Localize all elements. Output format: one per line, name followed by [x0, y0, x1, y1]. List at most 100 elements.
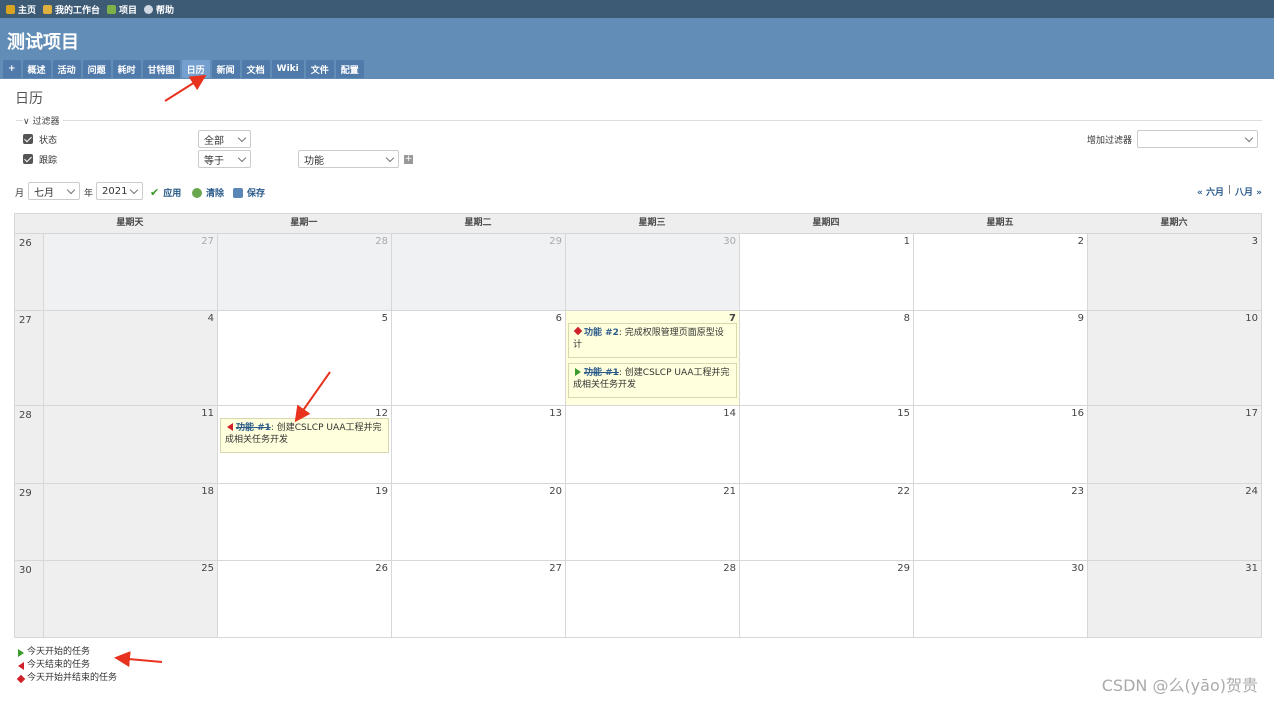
legend-ends-today-label: 今天结束的任务 [27, 660, 91, 670]
calendar-day[interactable]: 27 [390, 561, 565, 637]
status-filter-select[interactable]: 全部 [198, 130, 251, 148]
calendar-day[interactable]: 13 [390, 406, 565, 483]
tracker-operator-select[interactable]: 等于 [198, 150, 251, 168]
calendar-day[interactable]: 2 [913, 234, 1088, 310]
add-filter-select[interactable] [1137, 130, 1258, 148]
top-menu-my-page[interactable]: 我的工作台 [43, 3, 100, 16]
calendar-day[interactable]: 16 [913, 406, 1088, 483]
calendar-day[interactable]: 14 [564, 406, 739, 483]
calendar-day[interactable]: 27 [42, 234, 217, 310]
calendar-day[interactable]: 6 [390, 311, 565, 405]
calendar-day[interactable]: 29 [738, 561, 913, 637]
calendar-day[interactable]: 28 [564, 561, 739, 637]
tracker-value-select[interactable]: 功能 [298, 150, 399, 168]
calendar-day[interactable]: 17 [1087, 406, 1262, 483]
filters-divider [16, 120, 1262, 121]
annotation-arrow [114, 651, 163, 668]
tab-news[interactable]: 新闻 [211, 60, 240, 78]
status-filter-checkbox[interactable] [23, 134, 33, 144]
day-number: 28 [375, 236, 388, 247]
legend-starts-today-label: 今天开始的任务 [27, 647, 91, 657]
calendar-issue[interactable]: 功能 #1: 创建CSLCP UAA工程并完成相关任务开发 [219, 418, 389, 453]
expand-multi-select-icon[interactable]: + [404, 155, 413, 164]
calendar-day[interactable]: 20 [390, 484, 565, 560]
top-menu-home[interactable]: 主页 [6, 3, 36, 16]
calendar-day[interactable]: 19 [216, 484, 391, 560]
starts-and-ends-today-icon [573, 326, 583, 336]
calendar-day[interactable]: 15 [738, 406, 913, 483]
calendar-day[interactable]: 23 [913, 484, 1088, 560]
day-number: 10 [1245, 313, 1259, 324]
calendar-day[interactable]: 28 [216, 234, 391, 310]
calendar-day[interactable]: 30 [564, 234, 739, 310]
day-number: 24 [1245, 486, 1259, 497]
calendar-day[interactable]: 25 [42, 561, 217, 637]
year-select[interactable]: 2021 [96, 182, 143, 200]
top-menu-projects-label: 项目 [119, 5, 138, 16]
chevron-down-icon [129, 185, 139, 195]
apply-button[interactable]: ✔ 应用 [150, 186, 181, 200]
tab-wiki[interactable]: Wiki [271, 60, 304, 78]
tab-calendar[interactable]: 日历 [181, 60, 210, 78]
calendar-week-row: 28 11 12 功能 #1: 创建CSLCP UAA工程并完成相关任务开发 1… [15, 405, 1262, 483]
status-filter-value: 全部 [204, 135, 224, 147]
tab-documents[interactable]: 文档 [241, 60, 270, 78]
calendar-day[interactable]: 9 [913, 311, 1088, 405]
tab-issues[interactable]: 问题 [82, 60, 111, 78]
calendar-day[interactable]: 11 [42, 406, 217, 483]
calendar-day[interactable]: 10 [1087, 311, 1262, 405]
prev-month-link[interactable]: « 六月 [1197, 185, 1224, 198]
tab-overview[interactable]: 概述 [22, 60, 51, 78]
filters-toggle[interactable]: ∨ 过滤器 [23, 114, 64, 127]
tab-spent-time[interactable]: 耗时 [112, 60, 141, 78]
tracker-filter-label: 跟踪 [39, 156, 58, 166]
day-number: 14 [723, 408, 736, 419]
calendar-day-today[interactable]: 7 功能 #2: 完成权限管理页面原型设计 功能 #1: 创建CSLCP UAA… [564, 311, 739, 405]
week-number: 28 [15, 406, 43, 483]
month-select[interactable]: 七月 [28, 182, 80, 200]
issue-tracker-link[interactable]: 功能 #1 [236, 423, 271, 433]
tracker-filter-checkbox[interactable] [23, 154, 33, 164]
next-month-link[interactable]: 八月 » [1235, 185, 1262, 198]
issue-tracker-link[interactable]: 功能 #1 [584, 368, 619, 378]
calendar-day[interactable]: 29 [390, 234, 565, 310]
tab-gantt[interactable]: 甘特图 [142, 60, 180, 78]
ends-today-icon [18, 661, 24, 670]
calendar-day[interactable]: 8 [738, 311, 913, 405]
calendar-issue[interactable]: 功能 #2: 完成权限管理页面原型设计 [567, 323, 737, 358]
calendar-day[interactable]: 31 [1087, 561, 1262, 637]
calendar-day[interactable]: 3 [1087, 234, 1262, 310]
day-header-mon: 星期一 [290, 218, 318, 228]
calendar-day[interactable]: 12 功能 #1: 创建CSLCP UAA工程并完成相关任务开发 [216, 406, 391, 483]
calendar-issue[interactable]: 功能 #1: 创建CSLCP UAA工程并完成相关任务开发 [567, 363, 737, 398]
legend-starts-and-ends-today: 今天开始并结束的任务 [16, 672, 117, 685]
day-number: 20 [549, 486, 562, 497]
calendar-day[interactable]: 5 [216, 311, 391, 405]
day-header-sun: 星期天 [116, 218, 144, 228]
issue-tracker-link[interactable]: 功能 #2 [584, 328, 619, 338]
calendar-day[interactable]: 30 [913, 561, 1088, 637]
starts-today-icon [574, 368, 581, 376]
top-menu-projects[interactable]: 项目 [107, 3, 137, 16]
tab-new[interactable]: + [3, 60, 21, 78]
tab-files[interactable]: 文件 [305, 60, 334, 78]
save-button[interactable]: 保存 [233, 186, 265, 199]
calendar-day[interactable]: 21 [564, 484, 739, 560]
day-number: 6 [555, 313, 562, 324]
calendar-day[interactable]: 24 [1087, 484, 1262, 560]
day-number: 13 [549, 408, 562, 419]
calendar-day[interactable]: 1 [738, 234, 913, 310]
calendar-week-row: 26 27 28 29 30 1 2 3 [15, 233, 1262, 310]
tab-activity[interactable]: 活动 [52, 60, 81, 78]
tab-settings[interactable]: 配置 [335, 60, 364, 78]
calendar-day[interactable]: 26 [216, 561, 391, 637]
clear-button[interactable]: 清除 [192, 186, 224, 199]
calendar-day[interactable]: 4 [42, 311, 217, 405]
clear-label: 清除 [206, 189, 225, 199]
calendar-day[interactable]: 22 [738, 484, 913, 560]
top-menu-help[interactable]: 帮助 [144, 3, 174, 16]
home-icon [6, 4, 15, 14]
calendar-week-row: 30 25 26 27 28 29 30 31 [15, 560, 1262, 637]
month-nav-separator: | [1228, 185, 1232, 195]
calendar-day[interactable]: 18 [42, 484, 217, 560]
